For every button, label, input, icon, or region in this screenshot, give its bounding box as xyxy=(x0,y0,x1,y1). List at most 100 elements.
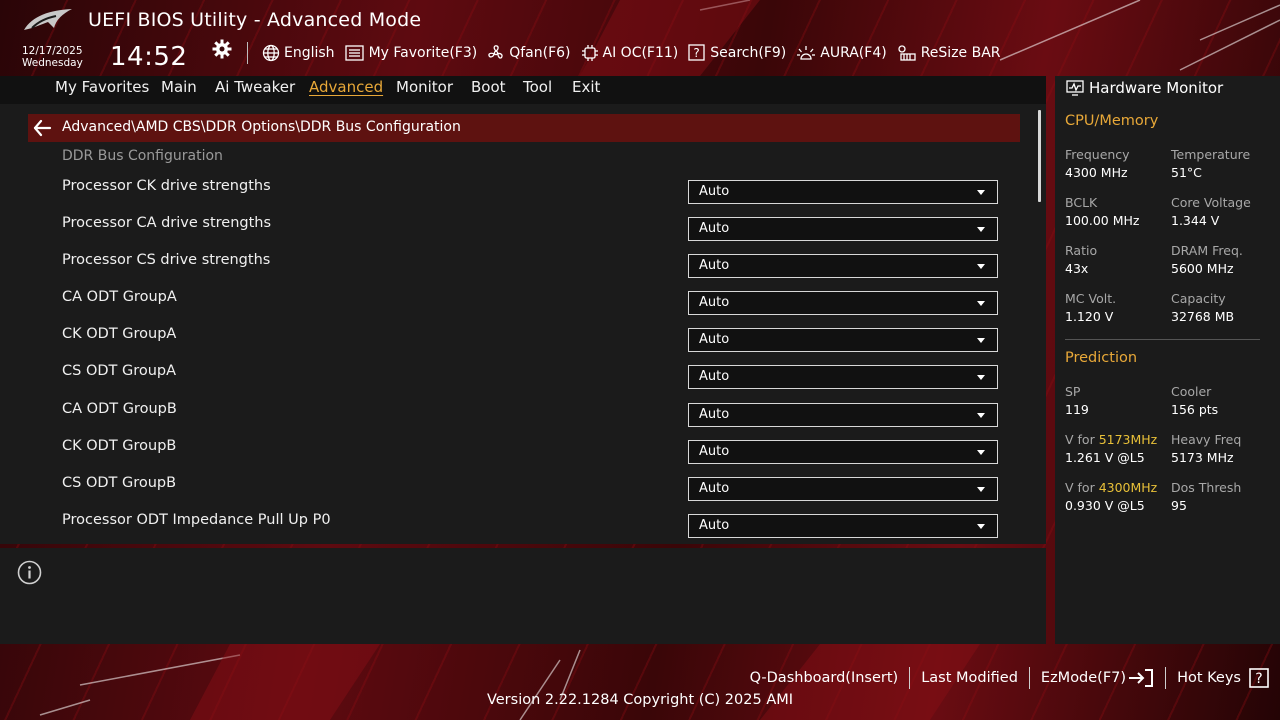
setting-label: Processor CK drive strengths xyxy=(62,178,271,194)
setting-label: CA ODT GroupA xyxy=(62,289,177,305)
setting-dropdown[interactable]: Auto xyxy=(688,514,998,538)
chevron-down-icon xyxy=(977,301,985,306)
resize-bar-button[interactable]: ReSize BAR xyxy=(897,44,1001,62)
scrollbar[interactable] xyxy=(1038,110,1041,202)
search-button[interactable]: ? Search(F9) xyxy=(688,44,786,62)
hw-ratio: Ratio 43x xyxy=(1065,242,1175,278)
hw-value: 4300 MHz xyxy=(1065,165,1128,180)
dropdown-value: Auto xyxy=(699,184,730,199)
info-icon xyxy=(17,560,42,585)
rog-logo-icon xyxy=(24,9,72,30)
gear-icon[interactable] xyxy=(212,39,232,59)
setting-dropdown[interactable]: Auto xyxy=(688,328,998,352)
setting-label: CA ODT GroupB xyxy=(62,401,177,417)
setting-label: Processor ODT Impedance Pull Up P0 xyxy=(62,512,331,528)
setting-row[interactable]: Processor CK drive strengths Auto xyxy=(0,177,1020,214)
ezmode-label: EzMode(F7) xyxy=(1040,670,1127,686)
clock: 14:52 xyxy=(110,42,188,72)
dropdown-value: Auto xyxy=(699,369,730,384)
footer-links: Q-Dashboard(Insert) Last Modified EzMode… xyxy=(739,666,1280,690)
chevron-down-icon xyxy=(977,264,985,269)
setting-row[interactable]: CK ODT GroupA Auto xyxy=(0,325,1020,362)
exit-arrow-icon xyxy=(1129,669,1154,687)
hw-label: Dos Thresh xyxy=(1171,480,1242,495)
tab-advanced[interactable]: Advanced xyxy=(309,78,383,96)
hot-keys-button[interactable]: Hot Keys ? xyxy=(1166,668,1280,688)
setting-row[interactable]: CS ODT GroupA Auto xyxy=(0,362,1020,399)
setting-row[interactable]: CA ODT GroupA Auto xyxy=(0,288,1020,325)
tab-main[interactable]: Main xyxy=(161,78,197,96)
v-for-prefix: V for xyxy=(1065,432,1099,447)
setting-row[interactable]: Processor CA drive strengths Auto xyxy=(0,214,1020,251)
tab-monitor[interactable]: Monitor xyxy=(396,78,453,96)
my-favorite-button[interactable]: My Favorite(F3) xyxy=(344,44,478,62)
tab-my-favorites[interactable]: My Favorites xyxy=(55,78,149,96)
hw-value: 43x xyxy=(1065,261,1089,276)
hw-label: Frequency xyxy=(1065,147,1130,162)
prediction-title: Prediction xyxy=(1065,350,1138,366)
chevron-down-icon xyxy=(977,338,985,343)
setting-dropdown[interactable]: Auto xyxy=(688,365,998,389)
chevron-down-icon xyxy=(977,413,985,418)
tab-ai-tweaker[interactable]: Ai Tweaker xyxy=(215,78,295,96)
hardware-monitor: Hardware Monitor CPU/Memory Frequency 43… xyxy=(1055,76,1280,644)
tab-boot[interactable]: Boot xyxy=(471,78,506,96)
qfan-label: Qfan(F6) xyxy=(509,45,571,61)
aura-light-icon xyxy=(797,46,816,60)
ai-oc-button[interactable]: AI OC(F11) xyxy=(581,44,678,62)
setting-dropdown[interactable]: Auto xyxy=(688,477,998,501)
q-dashboard-button[interactable]: Q-Dashboard(Insert) xyxy=(739,670,910,686)
setting-dropdown[interactable]: Auto xyxy=(688,403,998,427)
hw-label: Capacity xyxy=(1171,291,1226,306)
main-nav: My Favorites Main Ai Tweaker Advanced Mo… xyxy=(0,76,1046,104)
language-button[interactable]: English xyxy=(262,44,335,62)
setting-dropdown[interactable]: Auto xyxy=(688,217,998,241)
setting-row[interactable]: CK ODT GroupB Auto xyxy=(0,437,1020,474)
hw-value: 5600 MHz xyxy=(1171,261,1234,276)
my-favorite-label: My Favorite(F3) xyxy=(368,45,478,61)
v-for-prefix: V for xyxy=(1065,480,1099,495)
hw-label: Heavy Freq xyxy=(1171,432,1242,447)
hw-capacity: Capacity 32768 MB xyxy=(1171,290,1280,326)
favorite-list-icon xyxy=(344,44,364,61)
hw-label: BCLK xyxy=(1065,195,1098,210)
setting-label: CS ODT GroupA xyxy=(62,363,177,379)
tab-tool[interactable]: Tool xyxy=(523,78,552,96)
back-arrow-icon[interactable] xyxy=(32,118,52,138)
svg-text:?: ? xyxy=(1255,671,1262,687)
setting-dropdown[interactable]: Auto xyxy=(688,440,998,464)
help-panel xyxy=(0,548,1046,644)
hw-cooler: Cooler 156 pts xyxy=(1171,383,1280,419)
setting-row[interactable]: CA ODT GroupB Auto xyxy=(0,400,1020,437)
hw-value: 1.344 V xyxy=(1171,213,1220,228)
hot-keys-label: Hot Keys xyxy=(1177,670,1241,686)
qfan-button[interactable]: Qfan(F6) xyxy=(487,44,571,62)
globe-icon xyxy=(262,44,280,62)
dropdown-value: Auto xyxy=(699,481,730,496)
dropdown-value: Auto xyxy=(699,518,730,533)
setting-dropdown[interactable]: Auto xyxy=(688,291,998,315)
setting-row[interactable]: Processor CS drive strengths Auto xyxy=(0,251,1020,288)
setting-dropdown[interactable]: Auto xyxy=(688,254,998,278)
date-text: 12/17/2025 xyxy=(22,45,83,57)
aura-button[interactable]: AURA(F4) xyxy=(796,44,887,62)
svg-text:?: ? xyxy=(694,46,700,60)
header: UEFI BIOS Utility - Advanced Mode 12/17/… xyxy=(0,0,1280,76)
ezmode-button[interactable]: EzMode(F7) xyxy=(1030,668,1165,688)
setting-label: CS ODT GroupB xyxy=(62,475,177,491)
setting-row[interactable]: Processor ODT Impedance Pull Up P0 Auto xyxy=(0,511,1020,548)
hw-bclk: BCLK 100.00 MHz xyxy=(1065,194,1175,230)
dropdown-value: Auto xyxy=(699,444,730,459)
hw-value: 156 pts xyxy=(1171,402,1219,417)
chevron-down-icon xyxy=(977,375,985,380)
hw-monitor-title: Hardware Monitor xyxy=(1089,79,1224,97)
last-modified-button[interactable]: Last Modified xyxy=(910,670,1029,686)
chevron-down-icon xyxy=(977,524,985,529)
hw-label: SP xyxy=(1065,384,1081,399)
setting-row[interactable]: CS ODT GroupB Auto xyxy=(0,474,1020,511)
tab-exit[interactable]: Exit xyxy=(572,78,600,96)
hw-v-for-5173: V for 5173MHz 1.261 V @L5 xyxy=(1065,431,1175,467)
setting-dropdown[interactable]: Auto xyxy=(688,180,998,204)
monitor-icon xyxy=(1066,80,1084,96)
hw-heavy-freq: Heavy Freq 5173 MHz xyxy=(1171,431,1280,467)
